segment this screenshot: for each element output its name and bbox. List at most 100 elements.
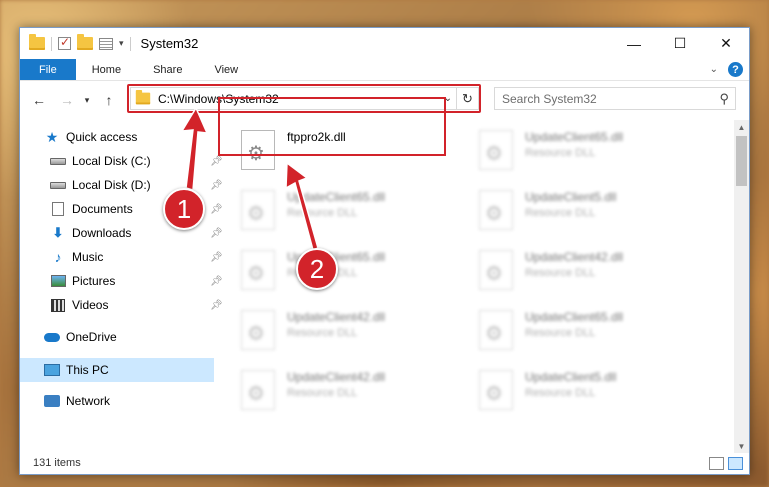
nav-item-label: OneDrive	[66, 330, 117, 344]
file-item[interactable]: ⚙ UpdateClient5.dll Resource DLL	[479, 368, 699, 423]
file-item[interactable]: ⚙ UpdateClient65.dll Resource DLL	[479, 128, 699, 183]
nav-item-quick-access[interactable]: ★ Quick access	[44, 128, 138, 145]
file-type: Resource DLL	[525, 327, 596, 339]
close-button[interactable]: ✕	[703, 28, 749, 59]
pictures-icon	[50, 274, 66, 288]
file-name: UpdateClient42.dll	[287, 370, 386, 384]
nav-item-onedrive[interactable]: OneDrive	[44, 330, 117, 344]
tab-home[interactable]: Home	[76, 59, 137, 80]
file-item[interactable]: ⚙ UpdateClient42.dll Resource DLL	[241, 368, 461, 423]
properties-check-icon[interactable]	[58, 35, 71, 50]
item-count: 131 items	[33, 457, 81, 469]
file-item[interactable]: ⚙ UpdateClient42.dll Resource DLL	[241, 308, 461, 363]
file-highlight-box	[218, 97, 446, 156]
pin-icon: 📌︎	[210, 251, 223, 263]
nav-item-local-disk-d[interactable]: Local Disk (D:) 📌︎	[50, 178, 240, 192]
dll-file-icon: ⚙	[241, 250, 275, 290]
ribbon-right-controls: ⌄ ?	[710, 62, 743, 77]
search-box[interactable]: Search System32 ⚲	[494, 87, 736, 110]
file-type: Resource DLL	[525, 147, 596, 159]
file-item[interactable]: ⚙ UpdateClient65.dll Resource DLL	[241, 248, 461, 303]
nav-item-label: Quick access	[66, 130, 138, 144]
file-name: UpdateClient65.dll	[525, 310, 624, 324]
toolbar-divider	[51, 36, 52, 51]
maximize-button[interactable]: ☐	[657, 28, 703, 59]
nav-item-documents[interactable]: Documents 📌︎	[50, 202, 240, 216]
file-name: UpdateClient65.dll	[525, 130, 624, 144]
nav-item-music[interactable]: ♪ Music 📌︎	[50, 249, 240, 265]
help-icon[interactable]: ?	[728, 62, 743, 77]
drive-icon	[50, 154, 66, 168]
nav-item-downloads[interactable]: ⬇ Downloads 📌︎	[50, 225, 240, 240]
up-arrow-icon[interactable]: ↑	[100, 92, 118, 108]
dll-file-icon: ⚙	[479, 370, 513, 410]
file-type: Resource DLL	[525, 207, 596, 219]
search-icon[interactable]: ⚲	[719, 91, 729, 107]
pin-icon: 📌︎	[210, 203, 223, 215]
callout-1: 1	[163, 188, 205, 230]
window-controls: — ☐ ✕	[611, 28, 749, 59]
nav-item-pictures[interactable]: Pictures 📌︎	[50, 274, 240, 288]
scroll-up-icon[interactable]: ▲	[734, 120, 749, 134]
title-bar: ▾ System32 — ☐ ✕	[20, 28, 749, 59]
tab-share[interactable]: Share	[137, 59, 198, 80]
file-name: UpdateClient5.dll	[525, 190, 617, 204]
file-item[interactable]: ⚙ UpdateClient5.dll Resource DLL	[479, 188, 699, 243]
drive-icon	[50, 178, 66, 192]
pin-icon: 📌︎	[210, 299, 223, 311]
content-area: ★ Quick access Local Disk (C:) 📌︎ Local …	[20, 120, 749, 453]
toolbar-dropdown-icon[interactable]: ▾	[119, 38, 124, 49]
scroll-down-icon[interactable]: ▼	[734, 439, 749, 453]
search-input[interactable]: Search System32	[502, 92, 719, 106]
nav-item-label: Documents	[72, 202, 133, 216]
nav-item-this-pc[interactable]: This PC	[20, 358, 214, 382]
star-icon: ★	[45, 128, 59, 145]
nav-item-label: This PC	[66, 363, 109, 377]
nav-item-network[interactable]: Network	[44, 394, 110, 408]
dll-file-icon: ⚙	[241, 310, 275, 350]
quick-access-toolbar: ▾	[29, 34, 131, 51]
nav-item-local-disk-c[interactable]: Local Disk (C:) 📌︎	[50, 154, 240, 168]
nav-item-label: Music	[72, 250, 104, 264]
nav-item-label: Downloads	[72, 226, 132, 240]
network-icon	[44, 394, 60, 408]
music-icon: ♪	[54, 249, 62, 265]
nav-item-label: Videos	[72, 298, 109, 312]
navigation-pane: ★ Quick access Local Disk (C:) 📌︎ Local …	[20, 120, 223, 453]
file-item[interactable]: ⚙ UpdateClient65.dll Resource DLL	[479, 308, 699, 363]
file-type: Resource DLL	[525, 267, 596, 279]
tab-file[interactable]: File	[20, 59, 76, 80]
nav-item-label: Local Disk (C:)	[72, 154, 151, 168]
tab-view[interactable]: View	[198, 59, 254, 80]
back-arrow-icon[interactable]: ←	[30, 92, 48, 108]
file-type: Resource DLL	[525, 387, 596, 399]
nav-item-videos[interactable]: Videos 📌︎	[50, 298, 240, 312]
forward-arrow-icon[interactable]: →	[58, 92, 76, 108]
details-view-icon[interactable]	[709, 456, 724, 470]
pin-icon: 📌︎	[210, 275, 223, 287]
scrollbar-thumb[interactable]	[736, 136, 747, 186]
minimize-button[interactable]: —	[611, 28, 657, 59]
pin-icon: 📌︎	[210, 179, 223, 191]
file-type: Resource DLL	[287, 387, 358, 399]
documents-icon	[50, 202, 66, 216]
folder-icon	[29, 34, 45, 50]
large-icons-view-icon[interactable]	[728, 456, 743, 470]
new-folder-icon[interactable]	[77, 34, 93, 50]
file-item[interactable]: ⚙ UpdateClient65.dll Resource DLL	[241, 188, 461, 243]
videos-icon	[50, 298, 66, 312]
toolbar-divider	[129, 36, 131, 51]
this-pc-icon	[44, 363, 60, 377]
file-type: Resource DLL	[287, 327, 358, 339]
recent-locations-icon[interactable]: ▾	[78, 95, 96, 106]
dll-file-icon: ⚙	[479, 250, 513, 290]
file-explorer-window: ▾ System32 — ☐ ✕ File Home Share View ⌄ …	[19, 27, 750, 475]
vertical-scrollbar[interactable]: ▲ ▼	[734, 120, 749, 453]
status-bar: 131 items	[20, 452, 749, 474]
file-item[interactable]: ⚙ UpdateClient42.dll Resource DLL	[479, 248, 699, 303]
expand-ribbon-icon[interactable]: ⌄	[710, 64, 718, 75]
nav-item-label: Local Disk (D:)	[72, 178, 151, 192]
dll-file-icon: ⚙	[479, 130, 513, 170]
dll-file-icon: ⚙	[241, 190, 275, 230]
customize-icon[interactable]	[99, 37, 113, 50]
